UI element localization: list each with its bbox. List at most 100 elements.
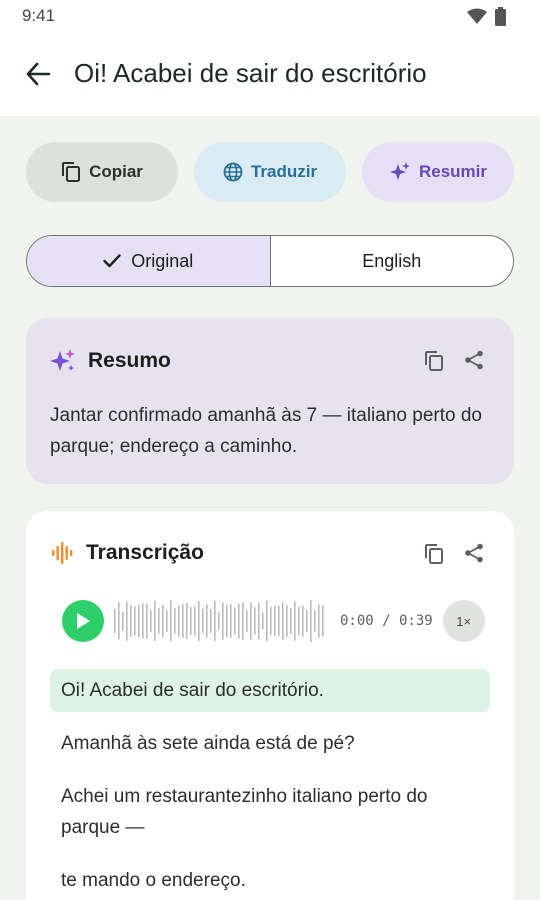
waveform-bar bbox=[282, 602, 284, 640]
status-time: 9:41 bbox=[22, 6, 56, 25]
audio-player: 0:00 / 0:39 1× bbox=[62, 599, 492, 643]
waveform-bar bbox=[298, 606, 300, 636]
waveform-bar bbox=[266, 600, 268, 642]
waveform-bar bbox=[118, 602, 120, 640]
translate-label: Traduzir bbox=[250, 162, 318, 181]
copy-button[interactable]: Copiar bbox=[26, 142, 178, 202]
waveform-bar bbox=[138, 604, 140, 638]
waveform-bar bbox=[142, 603, 144, 639]
share-icon bbox=[465, 350, 483, 370]
arrow-left-icon bbox=[26, 62, 51, 86]
status-icons bbox=[467, 7, 506, 31]
waveform-bar bbox=[122, 611, 124, 631]
back-button[interactable] bbox=[22, 58, 54, 90]
waveform-bar bbox=[314, 610, 316, 632]
summary-card: Resumo Jantar confirmado amanhã às 7 — i… bbox=[26, 318, 514, 484]
transcript-line[interactable]: Achei um restaurantezinho italiano perto… bbox=[50, 781, 490, 843]
copy-icon bbox=[425, 544, 443, 564]
transcription-tools bbox=[424, 543, 484, 570]
waveform-bar bbox=[202, 608, 204, 634]
transcript-line[interactable]: te mando o endereço. bbox=[50, 865, 490, 896]
waveform-bar bbox=[194, 606, 196, 636]
waveform-bar bbox=[278, 605, 280, 637]
waveform-bar bbox=[114, 609, 116, 633]
waveform-bar bbox=[150, 609, 152, 633]
transcript-line[interactable]: Amanhã às sete ainda está de pé? bbox=[50, 728, 490, 759]
copy-icon bbox=[62, 162, 81, 182]
transcription-card: Transcrição 0:00 / 0:39 1× Oi! Acabei de… bbox=[26, 511, 514, 900]
page-title: Oi! Acabei de sair do escritório bbox=[74, 58, 427, 88]
translate-button[interactable]: Traduzir bbox=[194, 142, 346, 202]
waveform-bar bbox=[178, 605, 180, 637]
waveform-bar bbox=[158, 608, 160, 634]
waveform-bar bbox=[162, 604, 164, 638]
transcription-copy-button[interactable] bbox=[424, 543, 444, 570]
waveform-bar bbox=[310, 600, 312, 642]
waveform-bar bbox=[302, 605, 304, 637]
copy-label: Copiar bbox=[89, 162, 143, 181]
summary-copy-button[interactable] bbox=[424, 350, 444, 377]
waveform-bar bbox=[126, 601, 128, 641]
waveform-bar bbox=[130, 605, 132, 637]
share-icon bbox=[465, 543, 483, 563]
status-bar: 9:41 bbox=[0, 0, 540, 34]
waveform-bar bbox=[146, 603, 148, 639]
waveform-bar bbox=[190, 606, 192, 636]
segment-english-label: English bbox=[362, 250, 422, 271]
waveform-bar bbox=[238, 603, 240, 639]
language-toggle: Original English bbox=[26, 235, 514, 287]
time-readout: 0:00 / 0:39 bbox=[340, 613, 433, 629]
waveform-bar bbox=[254, 607, 256, 635]
audio-waveform[interactable] bbox=[114, 596, 326, 646]
globe-icon bbox=[223, 162, 243, 182]
segment-english[interactable]: English bbox=[271, 236, 514, 286]
waveform-bar bbox=[222, 602, 224, 640]
waveform-bar bbox=[306, 610, 308, 632]
waveform-bar bbox=[290, 607, 292, 635]
copy-icon bbox=[425, 351, 443, 371]
summarize-button[interactable]: Resumir bbox=[362, 142, 514, 202]
waveform-bar bbox=[258, 602, 260, 640]
playback-speed-label: 1× bbox=[456, 613, 472, 629]
waveform-bar bbox=[154, 600, 156, 642]
summary-title: Resumo bbox=[88, 349, 171, 372]
transcription-header: Transcrição bbox=[50, 541, 204, 565]
waveform-bar bbox=[166, 610, 168, 632]
waveform-bar bbox=[206, 604, 208, 638]
waveform-bar bbox=[250, 602, 252, 640]
segment-original-label: Original bbox=[131, 250, 194, 271]
check-icon bbox=[103, 254, 121, 268]
waveform-bar bbox=[294, 601, 296, 641]
waveform-bar bbox=[234, 607, 236, 635]
summary-tools bbox=[424, 350, 484, 377]
waveform-bar bbox=[170, 600, 172, 642]
waveform-bar bbox=[262, 612, 264, 630]
waveform-bar bbox=[242, 602, 244, 640]
segment-original[interactable]: Original bbox=[27, 236, 271, 286]
battery-icon bbox=[495, 7, 506, 31]
transcription-share-button[interactable] bbox=[464, 543, 484, 570]
waveform-bar bbox=[230, 604, 232, 638]
play-button[interactable] bbox=[62, 600, 104, 642]
waveform-bar bbox=[270, 606, 272, 636]
waveform-bar bbox=[214, 600, 216, 642]
audio-wave-icon bbox=[52, 542, 73, 564]
transcription-title: Transcrição bbox=[86, 541, 204, 564]
playback-speed-button[interactable]: 1× bbox=[442, 600, 485, 642]
waveform-bar bbox=[134, 606, 136, 636]
waveform-bar bbox=[182, 604, 184, 638]
waveform-bar bbox=[318, 604, 320, 638]
transcript-line[interactable]: Oi! Acabei de sair do escritório. bbox=[50, 669, 490, 712]
waveform-bar bbox=[274, 606, 276, 636]
summary-header: Resumo bbox=[50, 348, 171, 374]
waveform-bar bbox=[286, 605, 288, 637]
waveform-bar bbox=[246, 610, 248, 632]
waveform-bar bbox=[218, 612, 220, 630]
sparkle-icon bbox=[389, 162, 410, 180]
summarize-label: Resumir bbox=[418, 162, 488, 181]
top-app-bar: Oi! Acabei de sair do escritório bbox=[0, 34, 540, 116]
summary-text: Jantar confirmado amanhã às 7 — italiano… bbox=[50, 405, 482, 457]
summary-share-button[interactable] bbox=[464, 350, 484, 377]
action-row: Copiar Traduzir Resumir bbox=[26, 142, 514, 202]
waveform-bar bbox=[322, 605, 324, 637]
